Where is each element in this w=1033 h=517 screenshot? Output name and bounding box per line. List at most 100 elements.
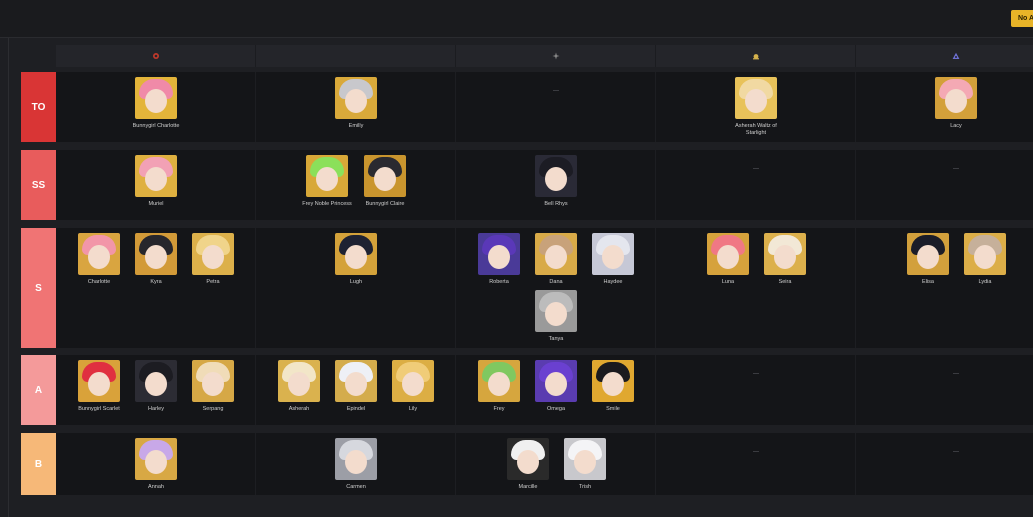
character-portrait: [535, 155, 577, 197]
character-name: Marcille: [518, 484, 538, 490]
character-card[interactable]: Tanya: [531, 290, 581, 343]
character-portrait: [335, 360, 377, 402]
tier-cell: [656, 228, 856, 348]
character-card[interactable]: Petra: [188, 233, 238, 286]
tier-row-a: A Bunnygirl Scarlet Harley Serpang Asherah Ep…: [21, 355, 1033, 425]
character-portrait: [278, 360, 320, 402]
character-portrait: [335, 438, 377, 480]
character-card[interactable]: Lily: [388, 360, 438, 413]
character-name: Epindel: [346, 406, 366, 412]
character-portrait: [135, 360, 177, 402]
character-card[interactable]: Luna: [703, 233, 753, 286]
character-card[interactable]: Frey Noble Princess: [302, 155, 352, 208]
tier-cell: [656, 433, 856, 495]
character-portrait: [135, 155, 177, 197]
character-name: Seira: [778, 279, 792, 285]
character-portrait: [135, 233, 177, 275]
character-name: Serpang: [202, 406, 224, 412]
tier-label: SS: [21, 150, 56, 220]
character-card[interactable]: Lydia: [960, 233, 1010, 286]
character-portrait: [192, 360, 234, 402]
character-portrait: [592, 360, 634, 402]
header-cell-wind: [456, 45, 656, 67]
tier-cell: [456, 433, 656, 495]
character-card[interactable]: Lugh: [331, 233, 381, 286]
character-portrait: [535, 290, 577, 332]
character-name: Frey Noble Princess: [302, 201, 352, 207]
character-card[interactable]: Bell Rhys: [531, 155, 581, 208]
character-name: Lydia: [978, 279, 992, 285]
character-portrait: [535, 233, 577, 275]
character-card[interactable]: Dana: [531, 233, 581, 286]
character-name: Frey: [493, 406, 505, 412]
character-portrait: [478, 233, 520, 275]
character-card[interactable]: Haydee: [588, 233, 638, 286]
header-cell-water: [256, 45, 456, 67]
character-card[interactable]: Harley: [131, 360, 181, 413]
header-cell-dark: [856, 45, 1033, 67]
empty-marker: [753, 451, 759, 452]
character-card[interactable]: Emilly: [331, 77, 381, 130]
character-card[interactable]: Trish: [560, 438, 610, 491]
tier-label: A: [21, 355, 56, 425]
character-portrait: [78, 360, 120, 402]
character-portrait: [335, 233, 377, 275]
character-card[interactable]: Muriel: [131, 155, 181, 208]
character-card[interactable]: Asherah Waltz of Starlight: [731, 77, 781, 137]
character-portrait: [364, 155, 406, 197]
character-card[interactable]: Omega: [531, 360, 581, 413]
character-card[interactable]: Asherah: [274, 360, 324, 413]
tier-cell: [456, 72, 656, 142]
character-card[interactable]: Bunnygirl Claire: [360, 155, 410, 208]
tier-cell: [256, 150, 456, 220]
character-portrait: [935, 77, 977, 119]
character-name: Kyra: [150, 279, 162, 285]
character-name: Luna: [721, 279, 735, 285]
character-name: Tanya: [548, 336, 564, 342]
character-card[interactable]: Charlotte: [74, 233, 124, 286]
character-portrait: [507, 438, 549, 480]
character-portrait: [564, 438, 606, 480]
character-name: Trish: [578, 484, 592, 490]
character-card[interactable]: Serpang: [188, 360, 238, 413]
character-card[interactable]: Marcille: [503, 438, 553, 491]
header-cell-light: [656, 45, 856, 67]
character-name: Haydee: [603, 279, 623, 285]
character-portrait: [135, 77, 177, 119]
tier-label: TO: [21, 72, 56, 142]
character-portrait: [707, 233, 749, 275]
empty-marker: [953, 168, 959, 169]
tier-cell: [656, 355, 856, 425]
character-portrait: [478, 360, 520, 402]
left-divider: [8, 38, 9, 517]
tier-cell: [856, 355, 1033, 425]
character-card[interactable]: Seira: [760, 233, 810, 286]
character-name: Petra: [206, 279, 220, 285]
empty-marker: [953, 451, 959, 452]
character-card[interactable]: Kyra: [131, 233, 181, 286]
character-card[interactable]: Epindel: [331, 360, 381, 413]
character-card[interactable]: Lacy: [931, 77, 981, 130]
character-portrait: [135, 438, 177, 480]
top-bar: No A: [0, 0, 1033, 38]
character-card[interactable]: Annah: [131, 438, 181, 491]
character-portrait: [592, 233, 634, 275]
character-card[interactable]: Smile: [588, 360, 638, 413]
character-name: Bell Rhys: [544, 201, 568, 207]
character-card[interactable]: Carmen: [331, 438, 381, 491]
character-name: Elisa: [922, 279, 934, 285]
character-card[interactable]: Bunnygirl Scarlet: [74, 360, 124, 413]
character-name: Dana: [549, 279, 563, 285]
character-name: Lacy: [950, 123, 962, 129]
character-portrait: [764, 233, 806, 275]
water-element-icon: [354, 53, 357, 59]
character-card[interactable]: Frey: [474, 360, 524, 413]
character-card[interactable]: Elisa: [903, 233, 953, 286]
empty-marker: [753, 168, 759, 169]
filter-button[interactable]: No A: [1011, 10, 1033, 27]
character-name: Smile: [606, 406, 620, 412]
character-name: Bunnygirl Scarlet: [78, 406, 120, 412]
character-card[interactable]: Bunnygirl Charlotte: [131, 77, 181, 130]
character-card[interactable]: Roberta: [474, 233, 524, 286]
tier-row-s: S Charlotte Kyra Petra Lugh Roberta Dana Haydee…: [21, 228, 1033, 348]
